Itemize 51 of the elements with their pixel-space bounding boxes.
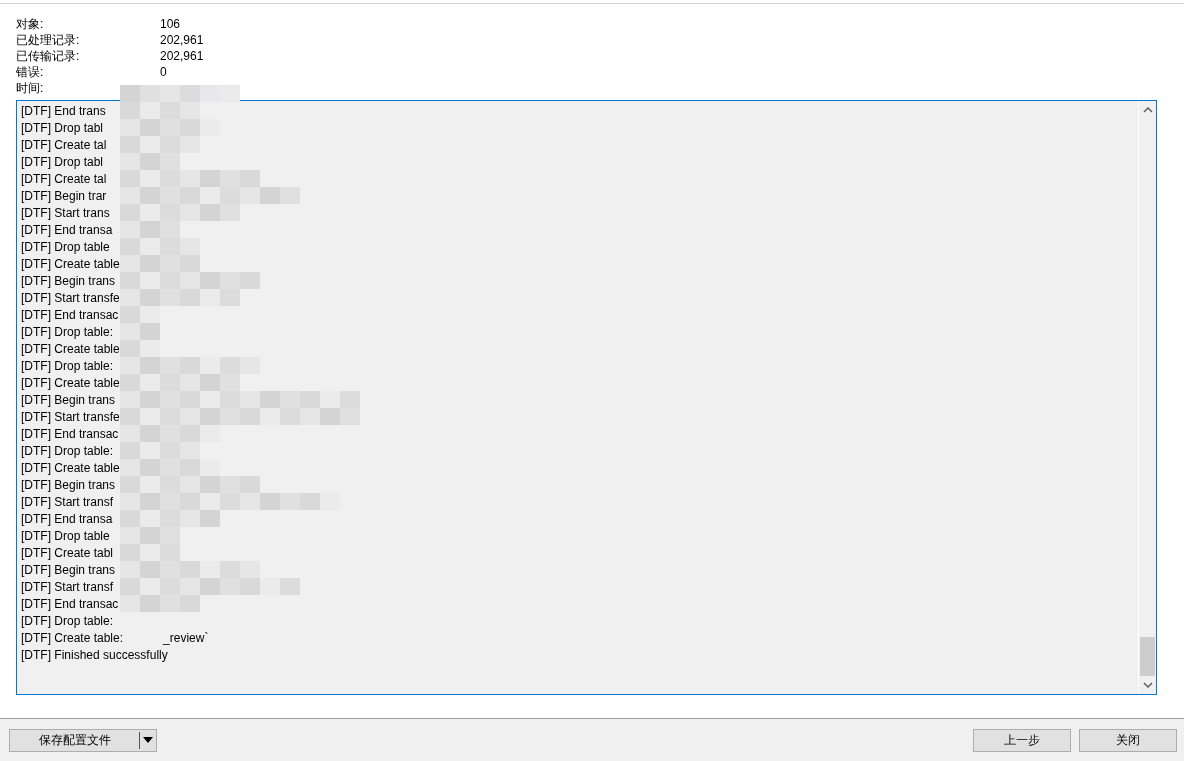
log-line: [DTF] Start transfe bbox=[21, 409, 120, 426]
log-line: [DTF] Begin trans bbox=[21, 392, 116, 409]
log-line: [DTF] Begin trar bbox=[21, 188, 107, 205]
field-value: 202,961 bbox=[160, 32, 205, 48]
log-line: [DTF] Begin trans bbox=[21, 273, 116, 290]
log-line: [DTF] Drop tabl bbox=[21, 120, 104, 137]
log-line: [DTF] Create table bbox=[21, 375, 120, 392]
log-line: [DTF] Create tal bbox=[21, 171, 107, 188]
log-line: [DTF] Create table bbox=[21, 256, 120, 273]
log-line: [DTF] Drop table bbox=[21, 239, 110, 256]
field-label: 对象: bbox=[16, 16, 45, 32]
log-line: [DTF] Create table bbox=[21, 341, 120, 358]
scroll-down-icon[interactable] bbox=[1142, 682, 1153, 688]
save-profile-button[interactable]: 保存配置文件 bbox=[9, 728, 157, 752]
back-button[interactable]: 上一步 bbox=[973, 728, 1071, 752]
field-label: 错误: bbox=[16, 64, 45, 80]
close-button[interactable]: 关闭 bbox=[1079, 728, 1177, 752]
log-line: [DTF] Finished successfully bbox=[21, 647, 168, 664]
field-label: 已传输记录: bbox=[16, 48, 81, 64]
log-line: [DTF] Begin trans bbox=[21, 562, 116, 579]
log-line: [DTF] Start transfe bbox=[21, 290, 120, 307]
log-line: [DTF] Start transf bbox=[21, 494, 113, 511]
log-line: [DTF] End transac bbox=[21, 596, 119, 613]
log-fragment: _review` bbox=[163, 630, 209, 647]
log-line: [DTF] Create table bbox=[21, 460, 120, 477]
caret-icon bbox=[143, 737, 153, 743]
log-line: [DTF] Drop table bbox=[21, 528, 110, 545]
log-line: [DTF] Begin trans bbox=[21, 477, 116, 494]
log-line: [DTF] Create tal bbox=[21, 137, 107, 154]
scroll-up-icon[interactable] bbox=[1142, 107, 1153, 113]
log-line: [DTF] End transa bbox=[21, 222, 113, 239]
log-line: [DTF] Drop table: bbox=[21, 613, 114, 630]
field-value: 106 bbox=[160, 16, 182, 32]
scrollbar[interactable] bbox=[1138, 101, 1156, 694]
log-line: [DTF] End trans bbox=[21, 103, 106, 120]
field-label: 时间: bbox=[16, 80, 45, 96]
log-line: [DTF] Create table: bbox=[21, 630, 124, 647]
log-line: [DTF] Drop tabl bbox=[21, 154, 104, 171]
log-line: [DTF] Start trans bbox=[21, 205, 110, 222]
log-line: [DTF] Drop table: bbox=[21, 443, 114, 460]
log-line: [DTF] Create tabl bbox=[21, 545, 114, 562]
field-value: 202,961 bbox=[160, 48, 205, 64]
field-value: 0 bbox=[160, 64, 168, 80]
log-line: [DTF] Drop table: bbox=[21, 358, 114, 375]
log-line: [DTF] Start transf bbox=[21, 579, 113, 596]
log-line: [DTF] End transac bbox=[21, 426, 119, 443]
log-line: [DTF] End transac bbox=[21, 307, 119, 324]
log-line: [DTF] Drop table: bbox=[21, 324, 114, 341]
scroll-thumb[interactable] bbox=[1140, 637, 1155, 676]
log-line: [DTF] End transa bbox=[21, 511, 113, 528]
field-label: 已处理记录: bbox=[16, 32, 81, 48]
